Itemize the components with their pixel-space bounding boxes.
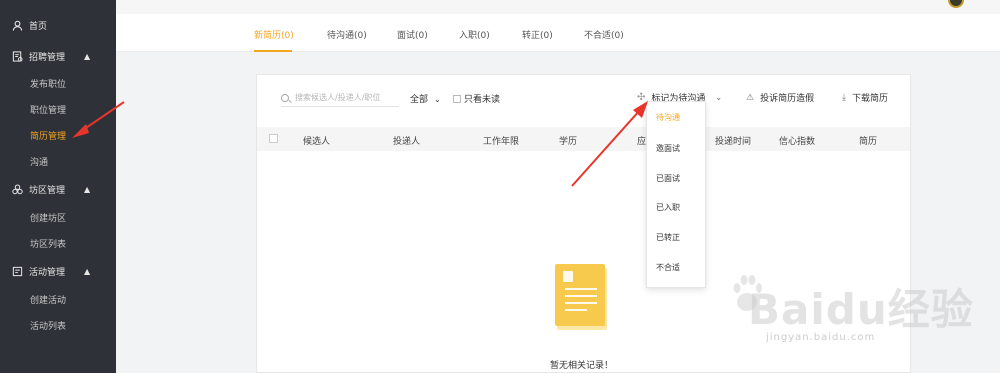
column-header: 工作年限: [483, 137, 520, 147]
unread-only-checkbox[interactable]: 只看未读: [453, 92, 500, 105]
sidebar-item-label: 创建活动: [30, 295, 67, 306]
empty-state-icon: [555, 264, 607, 330]
download-label: 下载简历: [851, 94, 888, 104]
empty-state-text: 暂无相关记录！: [550, 361, 614, 371]
move-icon: ✣: [637, 92, 646, 103]
sidebar-item-label: 坊区列表: [30, 239, 67, 250]
sidebar-item-communicate[interactable]: 沟通: [0, 148, 116, 174]
sidebar-group-recruit[interactable]: 招聘管理 ▲: [0, 43, 116, 69]
dropdown-option-pending-contact[interactable]: 待沟通: [656, 112, 680, 123]
sidebar-item-label: 发布职位: [30, 79, 67, 90]
filter-all-select[interactable]: 全部 ⌄: [410, 92, 441, 105]
caret-up-icon: ▲: [84, 184, 91, 194]
sidebar-home[interactable]: 首页: [0, 12, 116, 38]
tab-bar: 新简历(0) 待沟通(0) 面试(0) 入职(0) 转正(0) 不合适(0): [116, 14, 1000, 52]
mark-as-dropdown: 待沟通 邀面试 已面试 已入职 已转正 不合适: [646, 101, 706, 288]
select-all-checkbox[interactable]: [269, 134, 278, 143]
sidebar-item-create-activity[interactable]: 创建活动: [0, 286, 116, 312]
sidebar-item-district-list[interactable]: 坊区列表: [0, 230, 116, 256]
dropdown-option-onboarded[interactable]: 已入职: [656, 202, 680, 213]
sidebar-group-label: 坊区管理: [29, 185, 66, 196]
sidebar-home-label: 首页: [29, 21, 48, 32]
complain-button[interactable]: ⚠ 投诉简历造假: [746, 91, 815, 105]
dropdown-option-regularized[interactable]: 已转正: [656, 232, 680, 243]
sidebar-item-label: 简历管理: [30, 131, 67, 142]
sidebar-item-post-job[interactable]: 发布职位: [0, 70, 116, 96]
sidebar-item-label: 创建坊区: [30, 213, 67, 224]
tab-regular[interactable]: 转正(0): [522, 28, 553, 41]
sidebar-item-create-district[interactable]: 创建坊区: [0, 204, 116, 230]
tab-interview[interactable]: 面试(0): [397, 28, 428, 41]
checkbox[interactable]: [453, 94, 461, 103]
filter-all-label: 全部: [410, 95, 429, 105]
complain-label: 投诉简历造假: [760, 94, 815, 104]
caret-up-icon: ▲: [84, 51, 91, 61]
dropdown-option-unsuitable[interactable]: 不合适: [656, 262, 680, 273]
table-header: 候选人 投递人 工作年限 学历 应聘 投递时间 信心指数 简历: [257, 127, 910, 151]
sidebar-group-label: 招聘管理: [29, 52, 66, 63]
chevron-down-icon: ⌄: [715, 93, 723, 102]
search-box[interactable]: 搜索候选人/投递人/职位: [281, 89, 399, 107]
sidebar-group-district[interactable]: 坊区管理 ▲: [0, 176, 116, 202]
resume-icon: [12, 50, 23, 62]
sidebar-item-label: 活动列表: [30, 321, 67, 332]
tab-pending-contact[interactable]: 待沟通(0): [327, 28, 367, 41]
caret-up-icon: ▲: [84, 266, 91, 276]
sidebar-item-label: 职位管理: [30, 105, 67, 116]
tab-new-resume[interactable]: 新简历(0): [254, 28, 294, 41]
tab-unsuitable[interactable]: 不合适(0): [584, 28, 624, 41]
sidebar-item-resume-manage[interactable]: 简历管理: [0, 122, 116, 148]
dropdown-option-interviewed[interactable]: 已面试: [656, 173, 680, 184]
column-header: 简历: [859, 137, 878, 147]
tab-onboard[interactable]: 入职(0): [459, 28, 490, 41]
sidebar-item-activity-list[interactable]: 活动列表: [0, 312, 116, 338]
dropdown-option-invite-interview[interactable]: 邀面试: [656, 143, 680, 154]
unread-only-label: 只看未读: [464, 95, 501, 105]
download-icon: ⤓: [842, 92, 846, 103]
sidebar-group-activity[interactable]: 活动管理 ▲: [0, 258, 116, 284]
download-button[interactable]: ⤓ 下载简历: [842, 91, 888, 105]
warning-icon: ⚠: [746, 92, 755, 103]
column-header: 信心指数: [779, 137, 816, 147]
column-header: 学历: [559, 137, 578, 147]
top-header: [116, 0, 1000, 14]
user-icon: [12, 20, 23, 31]
sidebar: 首页 招聘管理 ▲ 发布职位 职位管理 简历管理 沟通 坊区管理 ▲ 创建坊区 …: [0, 0, 116, 373]
column-header: 投递时间: [715, 137, 752, 147]
column-header: 候选人: [303, 137, 331, 147]
column-header: 投递人: [393, 137, 421, 147]
search-input[interactable]: 搜索候选人/投递人/职位: [295, 92, 380, 103]
chevron-down-icon: ⌄: [434, 95, 441, 104]
sidebar-item-label: 沟通: [30, 157, 49, 168]
district-icon: [12, 184, 23, 194]
active-tab-indicator: [254, 50, 292, 52]
search-icon: [281, 93, 289, 102]
sidebar-group-label: 活动管理: [29, 267, 66, 278]
sidebar-item-job-manage[interactable]: 职位管理: [0, 96, 116, 122]
activity-icon: [12, 266, 23, 276]
